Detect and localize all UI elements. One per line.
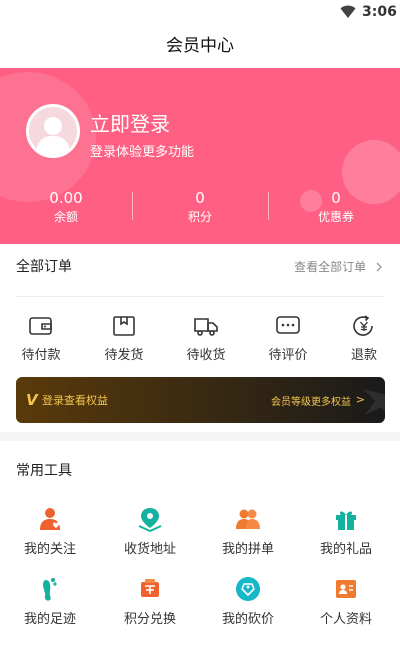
tool-gift[interactable]: 我的礼品 — [296, 506, 396, 557]
footprint-icon — [43, 578, 57, 601]
follow-icon — [40, 508, 60, 530]
truck-icon — [194, 318, 218, 336]
stat-value: 0 — [331, 189, 341, 207]
page-title: 会员中心 — [166, 36, 234, 56]
order-pending-review[interactable]: 待评价 — [251, 314, 325, 363]
tool-label: 我的砍价 — [221, 612, 274, 627]
tool-group-buy[interactable]: 我的拼单 — [198, 506, 298, 557]
crown-decoration-icon — [363, 389, 385, 415]
gift-icon — [336, 511, 356, 530]
bargain-icon — [236, 577, 260, 601]
tool-label: 我的关注 — [23, 542, 76, 557]
tool-label: 我的拼单 — [221, 542, 274, 557]
order-pending-receipt[interactable]: 待收货 — [169, 314, 243, 363]
login-link[interactable]: 立即登录 — [90, 108, 170, 137]
order-label: 待收货 — [186, 348, 226, 363]
tool-label: 积分兑换 — [123, 612, 176, 627]
status-bar: 3:06 — [0, 0, 400, 26]
stat-label: 优惠券 — [317, 210, 354, 224]
profile-card-icon — [336, 580, 356, 598]
tool-label: 我的礼品 — [319, 542, 372, 557]
package-icon — [113, 316, 135, 336]
title-bar: 会员中心 — [0, 26, 400, 68]
order-pending-shipment[interactable]: 待发货 — [87, 314, 161, 363]
wifi-icon — [340, 5, 356, 18]
comment-icon — [276, 316, 300, 334]
section-separator — [0, 432, 400, 441]
stat-divider — [268, 192, 269, 220]
stat-value: 0 — [195, 189, 205, 207]
stat-points[interactable]: 0 积分 — [134, 188, 266, 226]
order-label: 待发货 — [104, 348, 144, 363]
stat-label: 积分 — [187, 210, 212, 224]
order-label: 待付款 — [21, 348, 61, 363]
view-all-orders-label: 查看全部订单 — [294, 260, 367, 274]
profile-header: 立即登录 登录体验更多功能 0.00 余额 0 积分 0 优惠券 — [0, 68, 400, 244]
group-buy-icon — [236, 509, 260, 529]
orders-title: 全部订单 — [16, 259, 72, 275]
refund-icon — [353, 315, 373, 336]
view-all-orders-link[interactable]: 查看全部订单 — [294, 258, 384, 275]
order-label: 退款 — [350, 348, 377, 363]
chevron-right-icon — [376, 262, 382, 272]
tool-label: 我的足迹 — [23, 612, 76, 627]
tool-label: 收货地址 — [123, 542, 176, 557]
divider — [16, 296, 384, 297]
vip-banner[interactable]: V 登录查看权益 会员等级更多权益 > — [16, 377, 385, 423]
tool-bargain[interactable]: 我的砍价 — [198, 576, 298, 627]
avatar-placeholder-icon — [36, 117, 70, 155]
wallet-icon — [29, 317, 52, 335]
points-exchange-icon — [141, 579, 159, 597]
stat-balance[interactable]: 0.00 余额 — [0, 188, 132, 226]
stat-coupons[interactable]: 0 优惠券 — [270, 188, 400, 226]
stat-label: 余额 — [53, 210, 78, 224]
stat-divider — [132, 192, 133, 220]
tool-profile[interactable]: 个人资料 — [296, 576, 396, 627]
status-time: 3:06 — [362, 4, 397, 20]
avatar[interactable] — [26, 104, 80, 158]
order-refund[interactable]: 退款 — [327, 314, 400, 363]
order-label: 待评价 — [268, 348, 308, 363]
tool-footprint[interactable]: 我的足迹 — [0, 576, 100, 627]
tools-title: 常用工具 — [16, 463, 72, 479]
tool-points-exchange[interactable]: 积分兑换 — [100, 576, 200, 627]
address-icon — [138, 508, 162, 532]
vip-login-text: 登录查看权益 — [42, 394, 108, 407]
vip-more-benefits-text: 会员等级更多权益 — [271, 397, 351, 408]
tool-my-follow[interactable]: 我的关注 — [0, 506, 100, 557]
vip-logo: V — [26, 391, 38, 409]
stat-value: 0.00 — [49, 189, 83, 207]
order-pending-payment[interactable]: 待付款 — [4, 314, 78, 363]
login-subtitle: 登录体验更多功能 — [90, 145, 195, 160]
tool-label: 个人资料 — [319, 612, 372, 627]
tool-address[interactable]: 收货地址 — [100, 506, 200, 557]
